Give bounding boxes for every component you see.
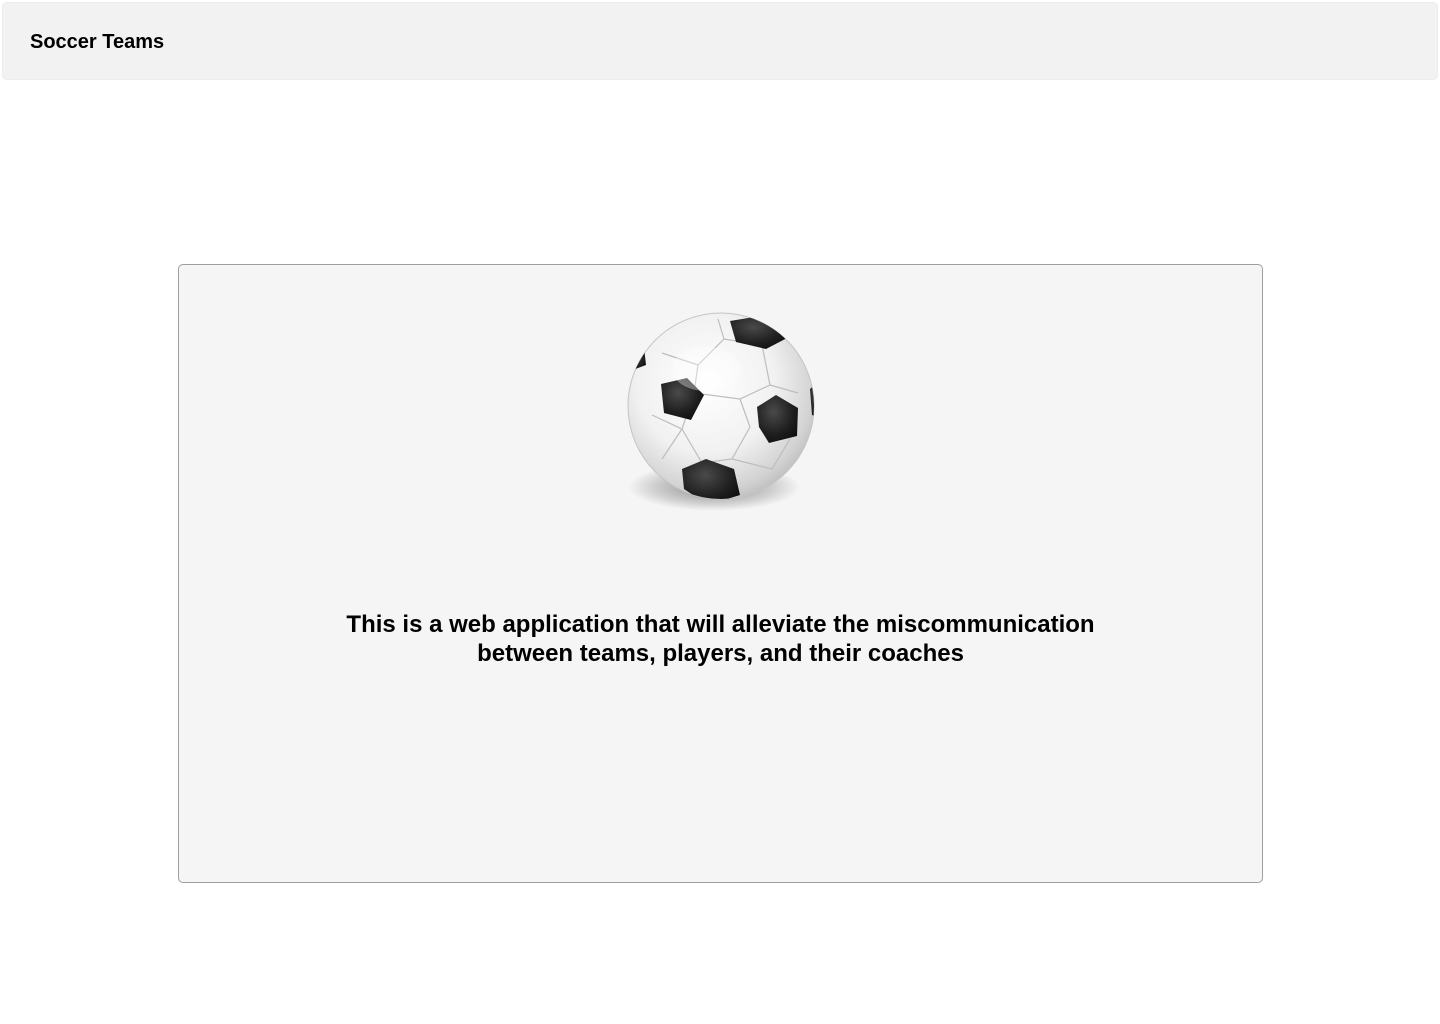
top-navbar: Soccer Teams (2, 2, 1438, 80)
tagline-line-1: This is a web application that will alle… (346, 611, 1095, 638)
brand-title[interactable]: Soccer Teams (30, 30, 164, 54)
app-description: This is a web application that will alle… (179, 610, 1262, 668)
hero-card: This is a web application that will alle… (178, 264, 1263, 883)
tagline-line-2: between teams, players, and their coache… (477, 640, 964, 667)
soccer-ball-icon (622, 309, 822, 519)
